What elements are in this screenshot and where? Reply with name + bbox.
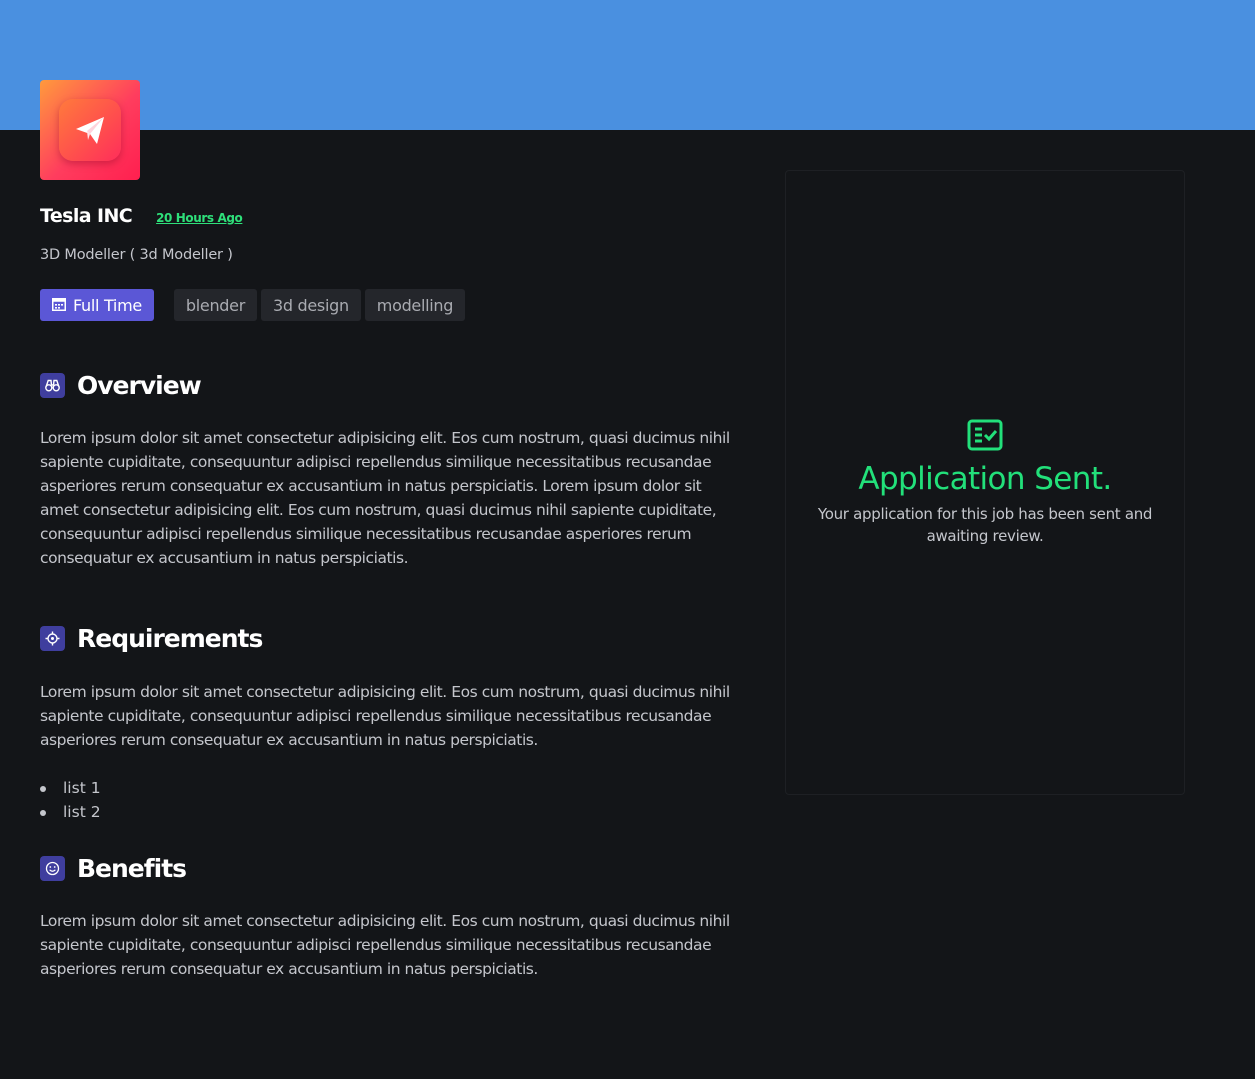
posted-time-link[interactable]: 20 Hours Ago (156, 211, 243, 225)
job-type-badge: Full Time (40, 289, 154, 321)
crosshair-icon (40, 626, 65, 651)
list-item: list 2 (40, 800, 101, 824)
tag-modelling: modelling (364, 289, 466, 321)
job-tags: Full Time blender 3d design modelling (40, 289, 469, 321)
requirements-text: Lorem ipsum dolor sit amet consectetur a… (40, 683, 730, 749)
smile-icon (40, 856, 65, 881)
job-type-label: Full Time (73, 295, 142, 315)
list-item: list 1 (40, 776, 101, 800)
paper-plane-icon (59, 99, 121, 161)
requirements-list: list 1 list 2 (40, 776, 101, 824)
application-status-message: Your application for this job has been s… (817, 504, 1153, 545)
binoculars-icon (40, 373, 65, 398)
tag-3d-design: 3d design (260, 289, 361, 321)
benefits-text: Lorem ipsum dolor sit amet consectetur a… (40, 912, 730, 978)
tag-blender: blender (173, 289, 257, 321)
requirements-title: Requirements (77, 624, 263, 653)
calendar-icon (52, 296, 66, 315)
application-status-title: Application Sent. (858, 460, 1112, 497)
benefits-title: Benefits (77, 854, 187, 883)
overview-title: Overview (77, 371, 202, 400)
checklist-icon (967, 419, 1003, 455)
requirements-heading: Requirements (40, 624, 263, 653)
company-name: Tesla INC (40, 205, 133, 227)
header-banner (0, 0, 1255, 130)
benefits-heading: Benefits (40, 854, 187, 883)
overview-heading: Overview (40, 371, 202, 400)
company-logo (40, 80, 140, 180)
company-header: Tesla INC 20 Hours Ago (40, 205, 243, 235)
job-role: 3D Modeller ( 3d Modeller ) (40, 247, 233, 263)
application-status-card: Application Sent. Your application for t… (785, 170, 1185, 795)
overview-text: Lorem ipsum dolor sit amet consectetur a… (40, 429, 730, 567)
